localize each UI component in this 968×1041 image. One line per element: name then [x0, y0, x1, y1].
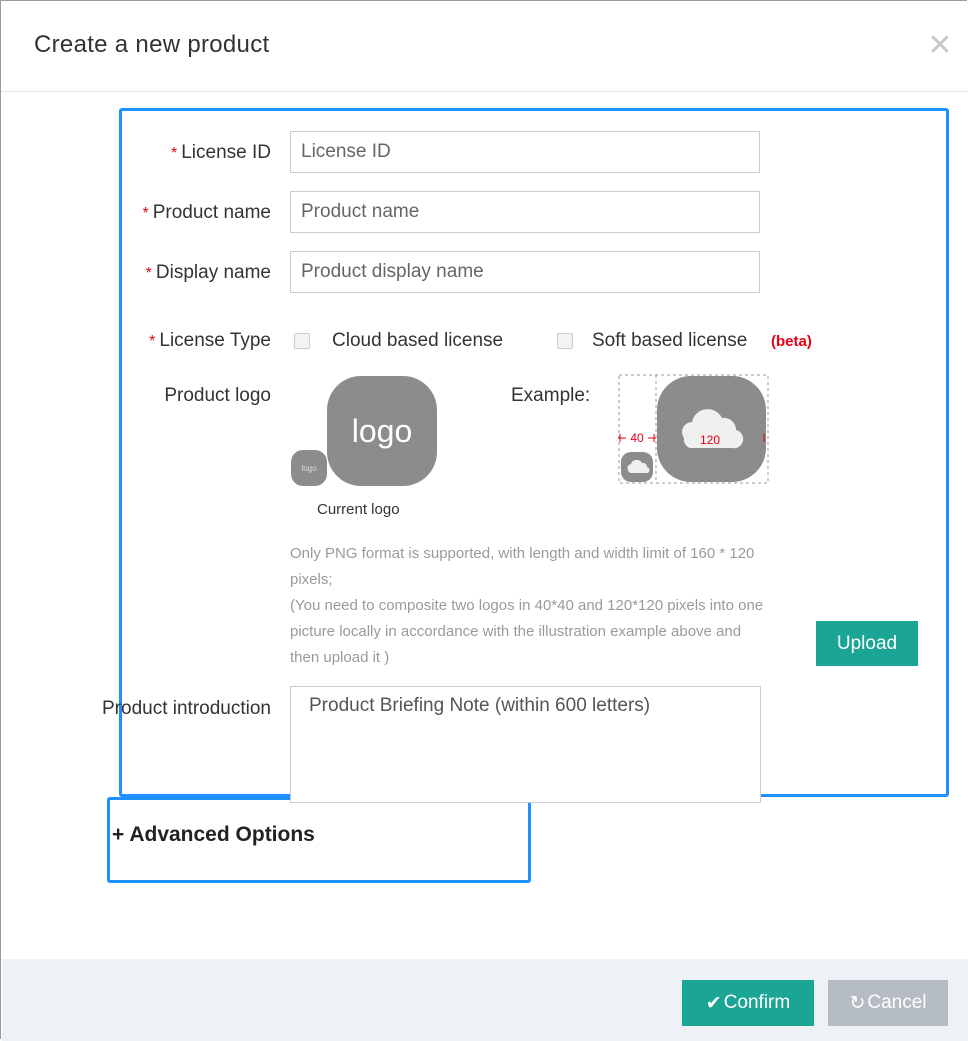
advanced-options-toggle[interactable]: + Advanced Options [112, 823, 315, 847]
cloud-license-checkbox[interactable] [294, 333, 310, 349]
beta-badge: (beta) [771, 333, 812, 350]
example-label: Example: [511, 385, 591, 406]
current-logo-small: logo [291, 450, 327, 486]
display-name-label: * Display name [145, 262, 271, 283]
logo-example-illustration: 120 40 [618, 374, 769, 484]
cloud-license-label[interactable]: Cloud based license [332, 330, 503, 352]
required-mark: * [170, 145, 178, 162]
cancel-button[interactable]: ↻ Cancel [828, 980, 948, 1026]
logo-format-hint: Only PNG format is supported, with lengt… [290, 545, 764, 666]
dialog-title: Create a new product [34, 31, 270, 58]
required-mark: * [149, 333, 156, 350]
create-product-dialog: Create a new product ✕ *License ID *Prod… [0, 0, 968, 1041]
confirm-button[interactable]: ✔ Confirm [682, 980, 814, 1026]
license-id-label: * License ID [170, 142, 271, 163]
plus-icon: + [112, 823, 125, 846]
dialog-footer [2, 959, 968, 1041]
product-introduction-label: Product introduction [102, 698, 271, 719]
advanced-options-label: Advanced Options [129, 823, 315, 846]
example-small-size: 40 [630, 431, 644, 445]
display-name-input[interactable] [290, 251, 760, 293]
close-icon[interactable]: ✕ [925, 31, 955, 61]
product-logo-label: Product logo [164, 385, 271, 406]
check-icon: ✔ [705, 992, 722, 1014]
license-type-label: * License Type [149, 330, 271, 351]
required-mark: * [145, 265, 152, 282]
dialog-header: Create a new product ✕ [1, 1, 968, 92]
example-large-size: 120 [700, 433, 720, 447]
current-logo-caption: Current logo [317, 501, 400, 518]
soft-license-checkbox[interactable] [557, 333, 573, 349]
current-logo-large: logo [327, 376, 437, 486]
undo-icon: ↻ [849, 992, 866, 1014]
soft-license-label[interactable]: Soft based license [592, 330, 747, 352]
product-name-input[interactable] [290, 191, 760, 233]
required-mark: * [142, 205, 149, 222]
product-name-label: * Product name [142, 202, 271, 223]
product-introduction-textarea[interactable] [290, 686, 761, 803]
license-id-input[interactable] [290, 131, 760, 173]
upload-button[interactable]: Upload [816, 621, 918, 666]
